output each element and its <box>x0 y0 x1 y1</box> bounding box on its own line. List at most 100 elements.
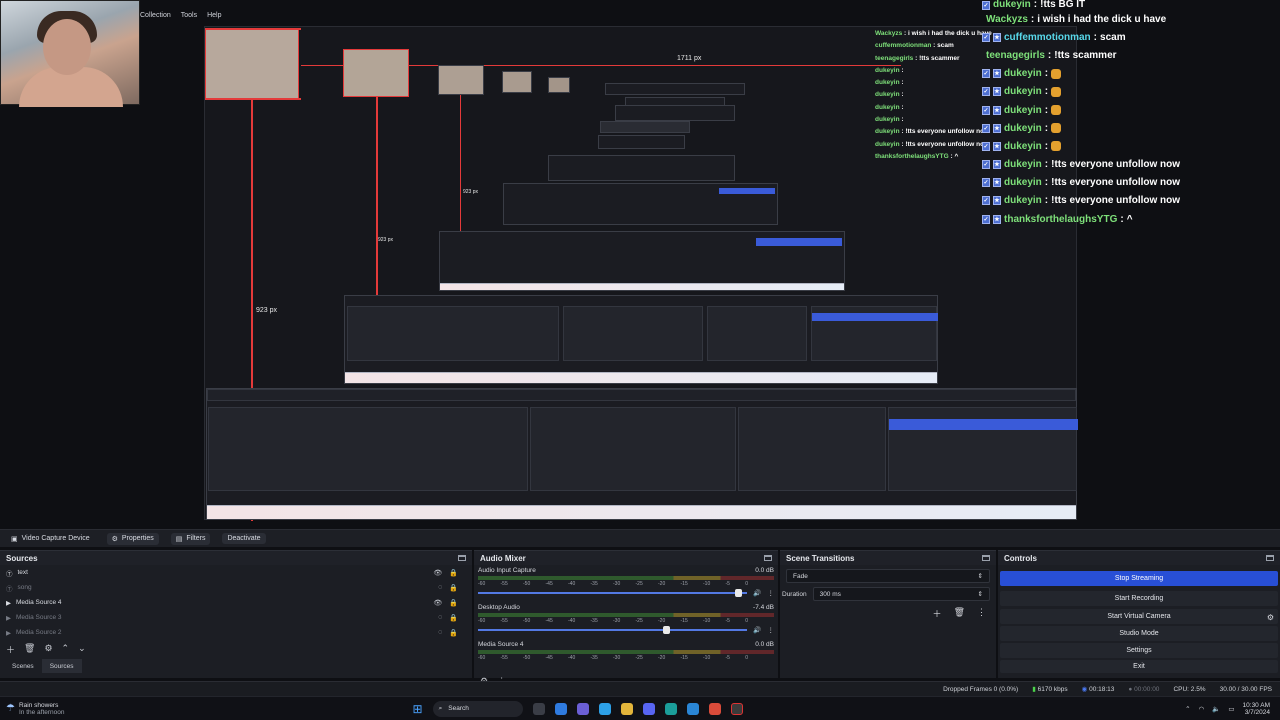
wifi-icon[interactable]: ◠ <box>1199 705 1205 713</box>
speaker-icon[interactable]: 🔊 <box>753 589 761 597</box>
lock-icon[interactable]: 🔒 <box>449 629 458 637</box>
nested-chat-user: dukeyin <box>875 79 900 87</box>
webcam-overlay <box>0 0 140 107</box>
more-icon[interactable]: ⋮ <box>768 589 775 597</box>
volume-knob[interactable] <box>735 588 743 597</box>
add-icon[interactable]: ＋ <box>933 607 942 620</box>
filters-button[interactable]: ▤ Filters <box>170 532 211 545</box>
teams-icon[interactable] <box>576 702 589 715</box>
gear-icon: ⚙ <box>111 535 118 543</box>
store-icon[interactable] <box>686 702 699 715</box>
source-item-media-4[interactable]: ▶ Media Source 4 👁 🔒 <box>0 595 472 610</box>
eye-icon[interactable]: 👁 <box>433 599 442 607</box>
gear-icon[interactable]: ⚙ <box>1267 613 1274 622</box>
volume-slider[interactable] <box>478 588 748 597</box>
source-item-media-3[interactable]: ▶ Media Source 3 ◌ 🔒 <box>0 610 472 625</box>
menu-item-collection[interactable]: Collection <box>140 12 171 24</box>
deactivate-button[interactable]: Deactivate <box>222 533 266 544</box>
mixer-channel: Media Source 4 0.0 dB -60 -55 -50 -45 -40 -35-… <box>474 639 778 676</box>
mixer-channel: Audio Input Capture 0.0 dB -60 -55 -50 -45 -4… <box>474 565 778 602</box>
transitions-toolbar: ＋ 🗑 ⋮ <box>780 601 996 626</box>
lock-icon[interactable]: 🔒 <box>449 599 458 607</box>
source-item-media-2[interactable]: ▶ Media Source 2 ◌ 🔒 <box>0 625 472 640</box>
volume-icon[interactable]: 🔈 <box>1212 705 1220 713</box>
gear-icon[interactable]: ⚙ <box>44 643 52 656</box>
weather-widget[interactable]: ☂ Rain showers In the afternoon <box>0 702 150 716</box>
selected-source: ▣ Video Capture Device <box>6 533 95 545</box>
taskbar-search[interactable]: ⌕ Search <box>432 700 523 717</box>
stop-streaming-button[interactable]: Stop Streaming <box>1000 571 1278 586</box>
windows-start-icon[interactable]: ⊞ <box>413 702 423 716</box>
trash-icon[interactable]: 🗑 <box>954 607 965 620</box>
edge-icon[interactable] <box>598 702 611 715</box>
lock-icon[interactable]: 🔒 <box>449 614 458 622</box>
mod-badge-icon: ✓ <box>982 1 990 10</box>
undock-icon[interactable] <box>458 555 466 561</box>
chat-message: ✓ ★ dukeyin : !tts everyone unfollow now <box>982 159 1181 171</box>
tab-sources[interactable]: Sources <box>41 659 82 673</box>
chat-message: ✓ ★ dukeyin: <box>982 119 1280 137</box>
app-icon[interactable] <box>664 702 677 715</box>
discord-icon[interactable] <box>642 702 655 715</box>
chevron-up-icon[interactable]: ⌃ <box>62 643 70 656</box>
more-icon[interactable]: ⋮ <box>768 626 775 634</box>
source-item-text[interactable]: Ⓣ text 👁 🔒 <box>0 565 472 580</box>
filter-icon: ▤ <box>175 535 183 543</box>
clock[interactable]: 10:30 AM 3/7/2024 <box>1243 702 1270 716</box>
trash-icon[interactable]: 🗑 <box>24 643 35 656</box>
eye-hidden-icon[interactable]: ◌ <box>438 629 442 637</box>
settings-button[interactable]: Settings <box>1000 643 1278 658</box>
chat-username: Wackyzs <box>986 13 1028 25</box>
properties-button[interactable]: ⚙ Properties <box>106 532 159 545</box>
nested-chat-text: i wish i had the dick u have <box>908 30 992 37</box>
battery-icon[interactable]: ▭ <box>1228 705 1234 713</box>
lock-icon[interactable]: 🔒 <box>449 584 458 592</box>
menu-item-tools[interactable]: Tools <box>181 12 197 24</box>
cpu-usage: CPU: 2.5% <box>1173 685 1206 693</box>
duration-input[interactable]: 300 ms ⇕ <box>812 587 990 601</box>
eye-hidden-icon[interactable]: ◌ <box>438 584 442 592</box>
volume-meter <box>478 576 774 580</box>
tab-scenes[interactable]: Scenes <box>4 659 42 673</box>
mod-badge-icon: ✓ <box>982 32 990 42</box>
eye-hidden-icon[interactable]: ◌ <box>438 614 442 622</box>
lock-icon[interactable]: 🔒 <box>449 569 458 577</box>
fries-emoji-icon <box>1051 86 1062 97</box>
source-item-song[interactable]: Ⓣ song ◌ 🔒 <box>0 580 472 595</box>
duration-row: Duration 300 ms ⇕ <box>780 587 996 601</box>
volume-knob[interactable] <box>662 625 670 634</box>
task-view-icon[interactable] <box>532 702 545 715</box>
chrome-icon[interactable] <box>708 702 721 715</box>
start-virtual-camera-button[interactable]: Start Virtual Camera <box>1000 609 1278 624</box>
eye-icon[interactable]: 👁 <box>433 569 442 577</box>
transition-select[interactable]: Fade ⇕ <box>786 569 990 583</box>
nested-toolbar <box>207 389 1076 401</box>
obs-icon[interactable] <box>730 702 743 715</box>
system-tray: ⌃ ◠ 🔈 ▭ 10:30 AM 3/7/2024 <box>1185 702 1280 716</box>
nested-webcam-2 <box>343 49 409 97</box>
menu-item-help[interactable]: Help <box>207 12 221 24</box>
scene-transitions-dock: Scene Transitions Fade ⇕ Duration 300 ms… <box>780 550 996 678</box>
filters-label: Filters <box>186 535 206 542</box>
program-preview[interactable]: 1711 px 923 px 923 px 923 px Wackyzs : i… <box>204 26 1078 521</box>
volume-slider[interactable] <box>478 625 748 634</box>
chevron-up-icon[interactable]: ⌃ <box>1185 705 1190 713</box>
studio-mode-button[interactable]: Studio Mode <box>1000 626 1278 641</box>
speaker-icon[interactable]: 🔊 <box>753 626 761 634</box>
play-icon: ▶ <box>6 614 11 622</box>
chevron-down-icon[interactable]: ⌄ <box>78 643 86 656</box>
exit-button[interactable]: Exit <box>1000 660 1278 673</box>
file-explorer-icon[interactable] <box>620 702 633 715</box>
undock-icon[interactable] <box>764 555 772 561</box>
signal-icon: ▮ <box>1032 686 1036 693</box>
more-icon[interactable]: ⋮ <box>977 607 986 620</box>
spinner-icon: ⇕ <box>977 591 983 598</box>
undock-icon[interactable] <box>982 555 990 561</box>
add-icon[interactable]: ＋ <box>6 643 15 656</box>
nested-chat-user: dukeyin <box>875 91 900 99</box>
widgets-icon[interactable] <box>554 702 567 715</box>
start-recording-button[interactable]: Start Recording <box>1000 591 1278 606</box>
rec-time: ● 00:00:00 <box>1128 685 1160 693</box>
undock-icon[interactable] <box>1266 555 1274 561</box>
sub-badge-icon: ★ <box>993 196 1001 206</box>
